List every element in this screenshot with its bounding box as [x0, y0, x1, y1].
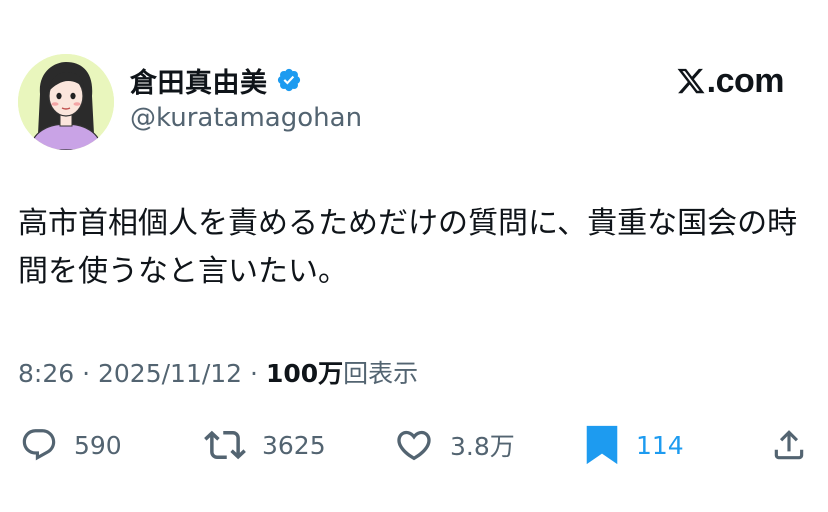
verified-badge-icon[interactable] [276, 67, 302, 93]
tweet-card: 倉田真由美 @kuratamagohan .com 高市首相個人を責めるためだけ… [0, 0, 828, 512]
author-display-name[interactable]: 倉田真由美 [130, 61, 268, 100]
like-button[interactable]: 3.8万 [394, 420, 515, 470]
share-button[interactable] [770, 420, 808, 470]
meta-separator: · [82, 359, 91, 388]
bookmark-icon [586, 425, 618, 465]
x-logo-icon [677, 68, 705, 94]
x-com-text: .com [706, 61, 785, 100]
tweet-text: 高市首相個人を責めるためだけの質問に、貴重な国会の時間を使うなと言いたい。 [18, 206, 798, 289]
meta-separator: · [250, 359, 258, 388]
x-com-brand: .com [676, 58, 785, 104]
share-icon [774, 430, 804, 460]
action-bar: 590 3625 3.8万 114 [0, 420, 828, 470]
avatar-illustration [18, 54, 114, 150]
tweet-date[interactable]: 2025/11/12 [98, 359, 242, 388]
like-count: 3.8万 [450, 432, 515, 461]
views-count: 100万 [265, 359, 344, 388]
heart-icon [397, 430, 431, 461]
repost-button[interactable]: 3625 [204, 420, 326, 470]
views-label: 回表示 [343, 359, 419, 388]
bookmark-button[interactable]: 114 [584, 420, 684, 470]
tweet-meta: 8:26 · 2025/11/12 · 100万回表示 [18, 354, 418, 390]
tweet-time[interactable]: 8:26 [18, 359, 74, 388]
repost-icon [204, 430, 246, 460]
reply-icon [22, 429, 56, 461]
reply-count: 590 [74, 430, 122, 460]
repost-count: 3625 [262, 430, 326, 460]
bookmark-count: 114 [636, 430, 684, 460]
author-handle[interactable]: @kuratamagohan [130, 103, 362, 133]
avatar[interactable] [18, 54, 114, 150]
reply-button[interactable]: 590 [20, 420, 122, 470]
author-name-row: 倉田真由美 [130, 60, 302, 100]
